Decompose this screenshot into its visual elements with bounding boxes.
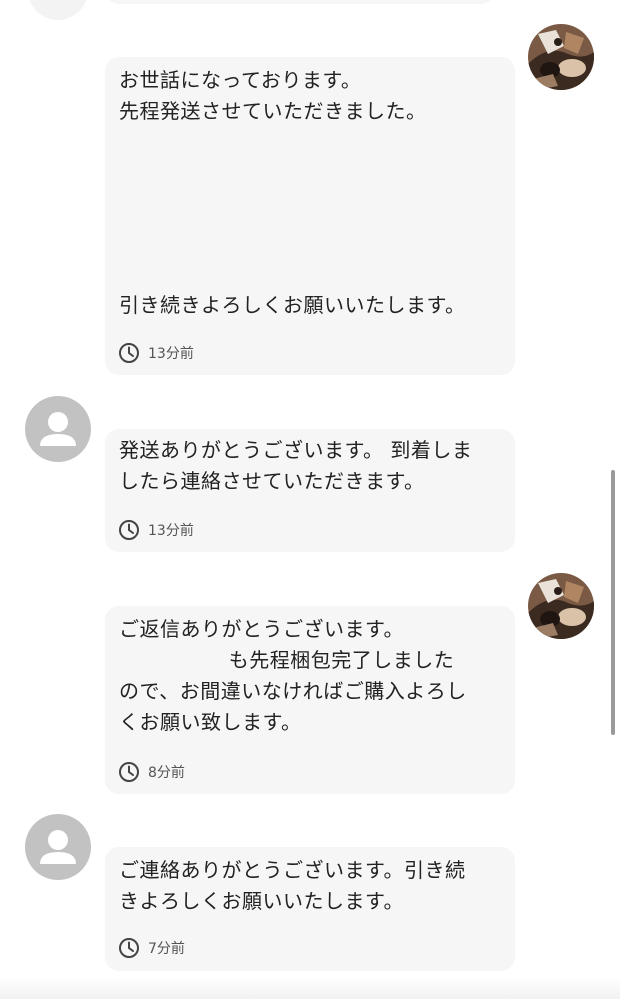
timestamp-text: 8分前	[148, 765, 185, 781]
timestamp-text: 13分前	[148, 523, 194, 539]
seller-avatar[interactable]	[528, 24, 594, 90]
message-bubble: 発送ありがとうございます。 到着しま したら連絡させていただきます。 13分前	[105, 429, 515, 552]
timestamp-text: 7分前	[148, 941, 185, 957]
clock-icon	[119, 938, 139, 958]
message-timestamp: 8分前	[118, 761, 185, 783]
previous-message-bubble	[105, 0, 495, 4]
message-line: きよろしくお願いいたします。	[119, 889, 404, 913]
message-line: 発送ありがとうございます。 到着しま	[119, 438, 473, 462]
message-line: ので、お間違いなければご購入よろし	[119, 679, 467, 703]
cat-photo-avatar	[528, 573, 594, 639]
message-line: お世話になっております。	[119, 68, 362, 92]
timestamp-text: 13分前	[148, 346, 194, 362]
clock-icon	[119, 762, 139, 782]
message-line: も先程梱包完了しました	[119, 648, 455, 672]
message-line: ご連絡ありがとうございます。引き続	[119, 858, 466, 882]
seller-avatar[interactable]	[528, 573, 594, 639]
message-bubble: ご返信ありがとうございます。 も先程梱包完了しました ので、お間違いなければご購…	[105, 606, 515, 794]
clock-icon	[119, 343, 139, 363]
message-bubble: お世話になっております。 先程発送させていただきました。 引き続きよろしくお願い…	[105, 57, 515, 375]
chat-thread[interactable]: お世話になっております。 先程発送させていただきました。 引き続きよろしくお願い…	[0, 0, 620, 999]
message-line: 引き続きよろしくお願いいたします。	[119, 293, 466, 317]
message-line: ご返信ありがとうございます。	[119, 617, 404, 641]
default-user-icon	[40, 412, 76, 446]
clock-icon	[119, 520, 139, 540]
cat-photo-avatar	[528, 24, 594, 90]
message-line: 先程発送させていただきました。	[119, 99, 427, 123]
buyer-avatar[interactable]	[25, 396, 91, 462]
message-line: したら連絡させていただきます。	[119, 469, 425, 493]
scrollbar[interactable]	[611, 470, 615, 735]
message-line: くお願い致します。	[119, 710, 302, 734]
avatar-fragment	[28, 0, 88, 20]
buyer-avatar[interactable]	[25, 814, 91, 880]
default-user-icon	[40, 830, 76, 864]
message-timestamp: 13分前	[118, 342, 194, 364]
bottom-fade	[0, 978, 620, 999]
message-timestamp: 7分前	[118, 937, 185, 959]
message-timestamp: 13分前	[118, 519, 194, 541]
message-bubble: ご連絡ありがとうございます。引き続 きよろしくお願いいたします。 7分前	[105, 847, 515, 971]
